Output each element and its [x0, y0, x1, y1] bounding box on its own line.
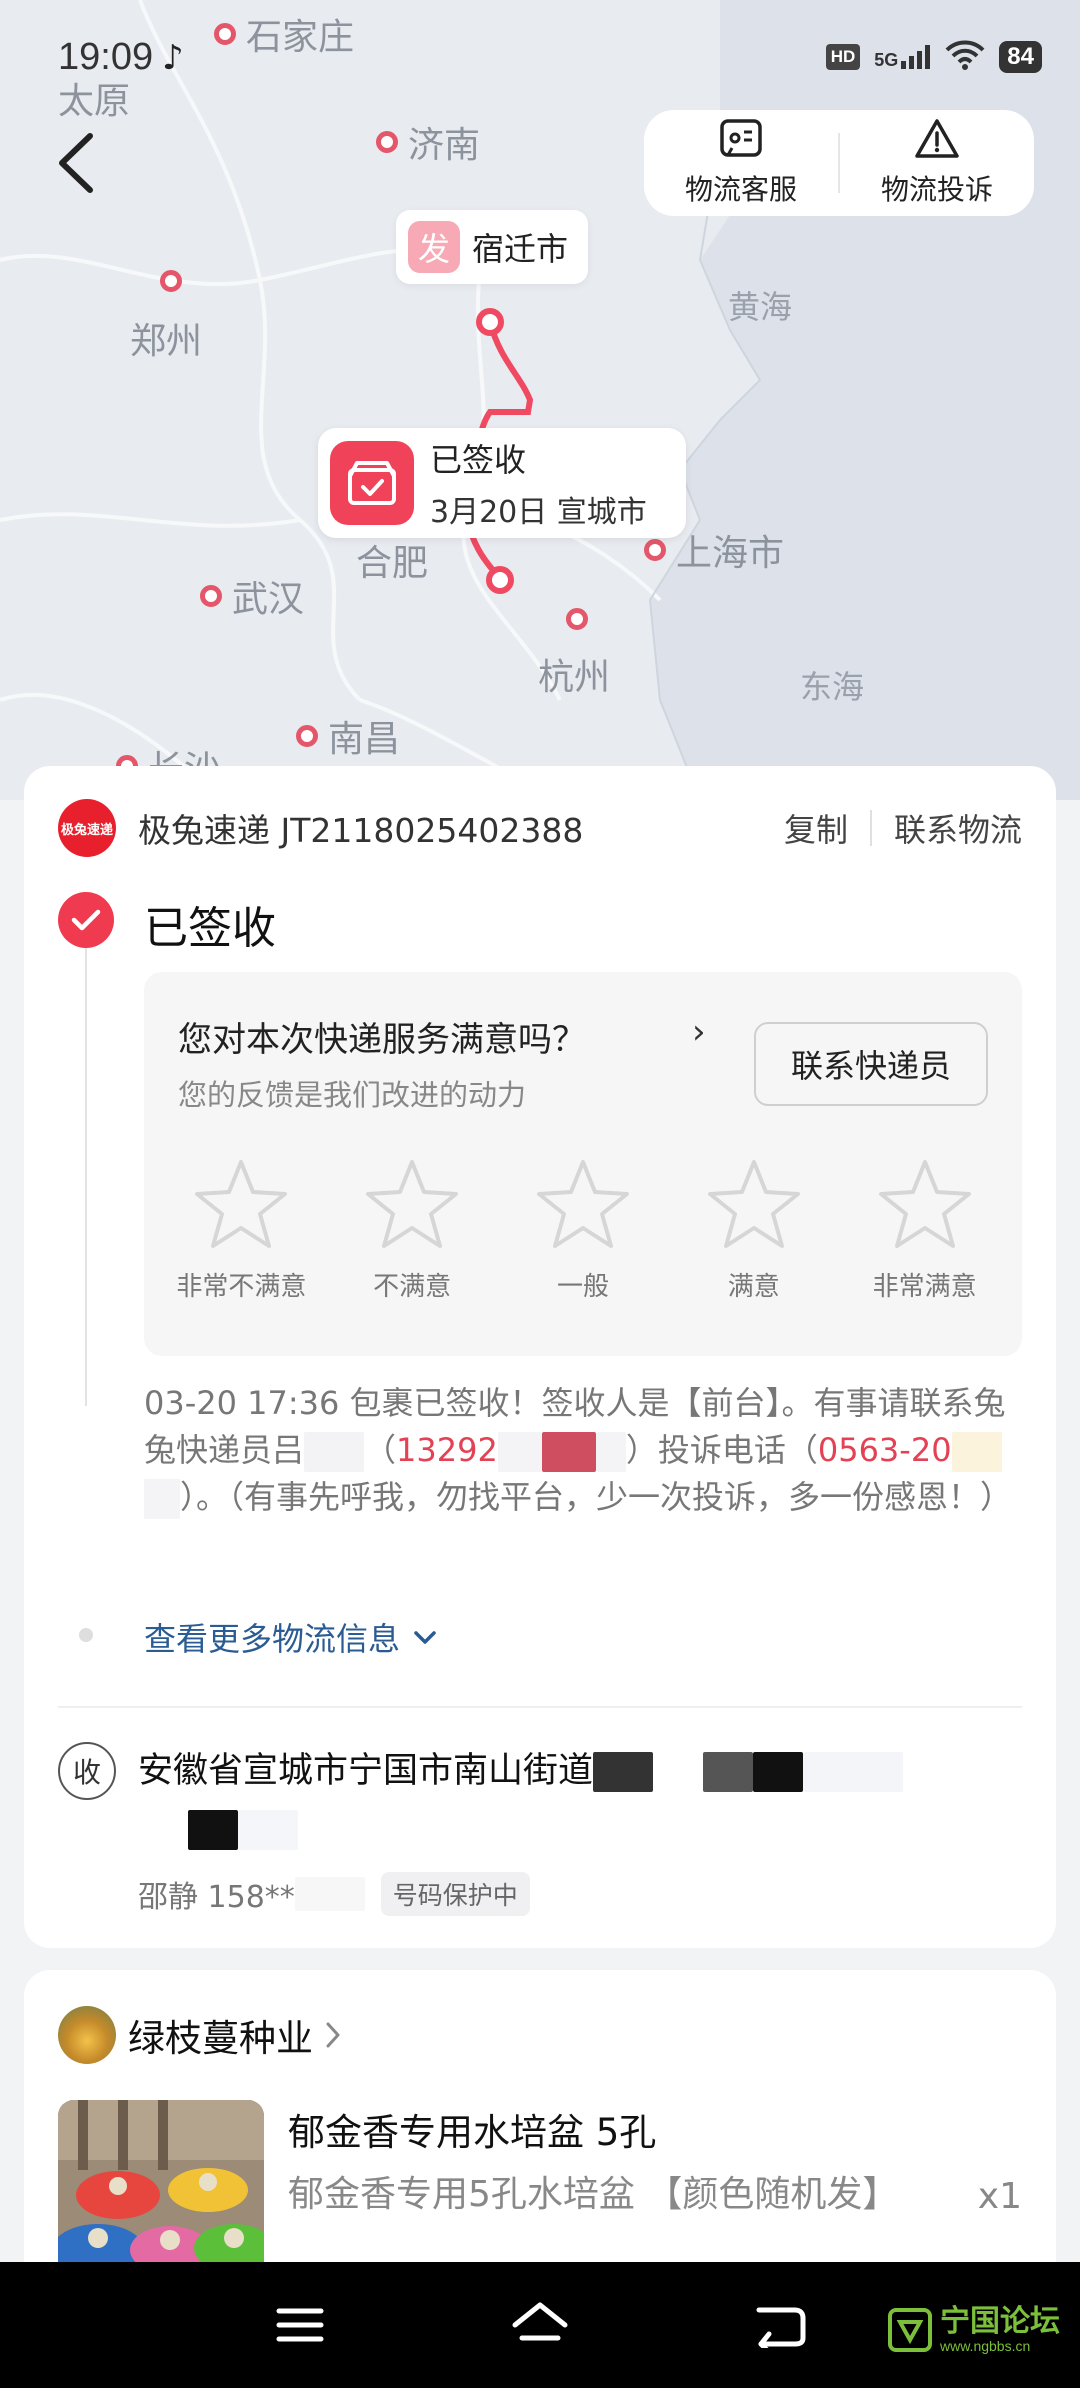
map-city-zhengzhou-dot: [160, 270, 192, 292]
status-bar: 19:09 ♪ HD 5G 84: [0, 0, 1080, 110]
contact-courier-button[interactable]: 联系快递员: [754, 1022, 988, 1106]
delivered-title: 已签收: [430, 441, 527, 479]
rating-average[interactable]: 一般: [508, 1158, 658, 1303]
tracking-number: 极兔速递 JT2118025402388: [138, 811, 584, 850]
product-title[interactable]: 郁金香专用水培盆 5孔: [288, 2102, 656, 2156]
watermark-title: 宁国论坛: [940, 2304, 1060, 2339]
map-city-jinan: 济南: [376, 116, 480, 168]
customer-service-icon: [718, 118, 764, 164]
copy-button[interactable]: 复制: [784, 805, 848, 851]
redaction: [238, 1810, 298, 1850]
home-icon: [512, 2302, 568, 2341]
shop-avatar: [58, 2006, 116, 2064]
origin-badge: 发: [408, 221, 460, 273]
receiver-address: 安徽省宣城市宁国市南山街道: [138, 1742, 1018, 1858]
origin-marker: 发 宿迁市: [396, 210, 589, 284]
chevron-down-icon: [414, 1631, 436, 1644]
carrier-logo: 极兔速递: [58, 799, 116, 857]
redaction: [703, 1752, 754, 1792]
star-icon: [878, 1160, 971, 1248]
back-nav-button[interactable]: [740, 2290, 820, 2360]
timeline-end-dot: [79, 1628, 93, 1642]
redaction: [497, 1432, 542, 1472]
package-icon: [330, 441, 414, 525]
delivered-marker: 已签收 3月20日 宣城市: [318, 428, 686, 538]
logistics-complaint-button[interactable]: 物流投诉: [840, 110, 1034, 216]
home-button[interactable]: [500, 2290, 580, 2360]
map-city-wuhan: 武汉: [200, 570, 304, 622]
redaction: [188, 1810, 238, 1850]
redaction: [951, 1432, 1002, 1472]
star-icon: [707, 1160, 800, 1248]
privacy-badge: 号码保护中: [380, 1872, 530, 1916]
redaction: [138, 1810, 188, 1850]
redaction: [653, 1752, 704, 1792]
divider: [58, 1706, 1022, 1708]
survey-question[interactable]: 您对本次快递服务满意吗？: [178, 1012, 586, 1061]
complaint-phone[interactable]: 0563-20: [818, 1431, 952, 1469]
map-sea-huanghai: 黄海: [728, 288, 793, 326]
tracking-log: 03-20 17:36 包裹已签收！签收人是【前台】。有事请联系兔兔快递员吕 （1…: [144, 1380, 1034, 1521]
contact-logistics-button[interactable]: 联系物流: [894, 805, 1022, 851]
satisfaction-survey: 您对本次快递服务满意吗？ › 您的反馈是我们改进的动力 联系快递员 非常不满意 …: [144, 972, 1022, 1356]
status-time: 19:09: [58, 36, 154, 78]
tiktok-icon: ♪: [162, 38, 184, 78]
map-sea-donghai: 东海: [800, 668, 865, 706]
receiver-name-phone: 邵静 158**: [138, 1880, 295, 1915]
chevron-right-icon: [326, 2022, 340, 2048]
receiver-contact: 邵静 158** 号码保护中: [138, 1872, 530, 1916]
redaction: [753, 1752, 804, 1792]
shop-row[interactable]: 绿枝蔓种业: [58, 2006, 343, 2064]
hd-icon: HD: [825, 44, 861, 70]
redaction: [144, 1479, 180, 1519]
redaction: [304, 1432, 365, 1472]
map-city-hangzhou: 杭州: [538, 657, 611, 698]
rating-very-unsatisfied[interactable]: 非常不满意: [166, 1158, 316, 1303]
survey-subtitle: 您的反馈是我们改进的动力: [178, 1078, 527, 1112]
origin-city: 宿迁市: [472, 230, 569, 268]
watermark-url: www.ngbbs.cn: [940, 2338, 1031, 2354]
rating-satisfied[interactable]: 满意: [679, 1158, 829, 1303]
status-title: 已签收: [144, 903, 276, 954]
delivered-detail: 3月20日 宣城市: [430, 495, 647, 530]
logistics-service-button[interactable]: 物流客服: [644, 110, 838, 216]
warning-icon: [914, 118, 960, 164]
redaction: [595, 1432, 626, 1472]
rating-stars: 非常不满意 不满意 一般 满意 非常满意: [144, 1158, 1022, 1303]
top-actions: 物流客服 物流投诉: [644, 110, 1034, 216]
product-quantity: x1: [977, 2176, 1022, 2217]
rating-very-satisfied[interactable]: 非常满意: [850, 1158, 1000, 1303]
carrier-row: 极兔速递 极兔速递 JT2118025402388 复制 联系物流: [58, 798, 1022, 858]
shipment-card: 极兔速递 极兔速递 JT2118025402388 复制 联系物流 已签收 您对…: [24, 766, 1056, 1948]
star-icon: [195, 1160, 288, 1248]
courier-phone[interactable]: 13292: [396, 1431, 498, 1469]
map-city-nanchang: 南昌: [296, 710, 400, 762]
menu-icon: [276, 2308, 324, 2342]
map-city-hefei: 合肥: [356, 543, 429, 584]
signal-icon: 5G: [874, 45, 931, 69]
redaction: [294, 1877, 365, 1911]
star-icon: [536, 1160, 629, 1248]
redaction: [541, 1432, 596, 1472]
return-icon: [756, 2307, 806, 2348]
redaction: [593, 1752, 654, 1792]
back-button[interactable]: [52, 128, 102, 198]
wifi-icon: [945, 40, 985, 74]
watermark-logo: [888, 2308, 932, 2352]
timeline-line: [85, 916, 87, 1406]
redaction: [803, 1752, 904, 1792]
battery-icon: 84: [999, 41, 1042, 73]
product-spec: 郁金香专用5孔水培盆 【颜色随机发】: [288, 2174, 899, 2215]
rating-unsatisfied[interactable]: 不满意: [337, 1158, 487, 1303]
receiver-icon: 收: [58, 1742, 116, 1800]
more-logistics-link[interactable]: 查看更多物流信息: [144, 1614, 440, 1660]
forum-watermark: 宁国论坛 www.ngbbs.cn: [888, 2306, 1060, 2354]
shop-name: 绿枝蔓种业: [128, 2017, 313, 2060]
menu-button[interactable]: [260, 2290, 340, 2360]
chevron-right-icon[interactable]: ›: [692, 1012, 706, 1052]
star-icon: [366, 1160, 459, 1248]
map-city-zhengzhou: 郑州: [130, 321, 203, 362]
map-city-hangzhou-dot: [566, 608, 598, 630]
check-icon: [58, 892, 114, 948]
